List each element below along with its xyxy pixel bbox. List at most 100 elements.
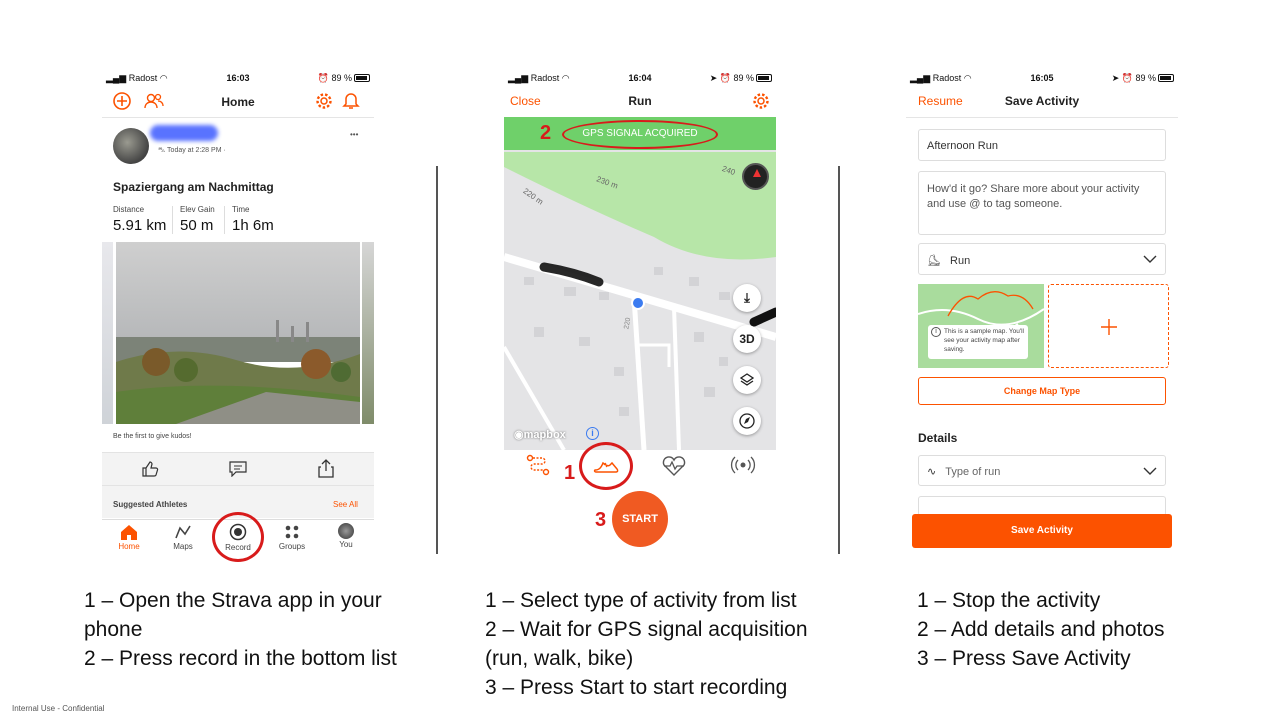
map-info-icon[interactable]: i (586, 427, 599, 440)
record-highlight-ring (212, 512, 264, 562)
stat-elev-gain: Elev Gain 50 m (180, 205, 215, 234)
profile-avatar-icon (338, 523, 354, 539)
layers-button[interactable] (733, 366, 761, 394)
step-marker-2: 2 (540, 122, 552, 144)
download-map-button[interactable]: ⤓ (733, 284, 761, 312)
plus-icon (1101, 319, 1117, 335)
stat-value: 1h 6m (232, 217, 274, 234)
stat-label: Elev Gain (180, 205, 215, 214)
heart-rate-icon[interactable] (661, 455, 687, 477)
caption-line: 1 – Select type of activity from list (485, 589, 797, 612)
blurred-athlete-name (150, 125, 218, 141)
page-title: Home (221, 95, 255, 109)
nav-maps[interactable]: Maps (158, 520, 208, 551)
chevron-down-icon (1143, 255, 1157, 263)
stat-value: 5.91 km (113, 217, 167, 234)
next-field-partial[interactable] (918, 496, 1166, 516)
divider-1 (436, 166, 438, 554)
next-photo-edge[interactable] (362, 242, 374, 424)
step-marker-1: 1 (564, 462, 576, 484)
page-title: Run (628, 94, 652, 108)
layers-icon (739, 373, 755, 386)
caption-line: 3 – Press Save Activity (917, 647, 1131, 670)
info-icon: i (931, 327, 941, 337)
recenter-button[interactable] (733, 407, 761, 435)
battery-status: ➤ ⏰ 89 % (1112, 73, 1174, 84)
description-placeholder: How'd it go? Share more about your activ… (927, 183, 1140, 210)
caption-line: 1 – Stop the activity (917, 589, 1101, 612)
start-button[interactable]: START (612, 491, 668, 547)
status-bar: ▂▄▆ Radost ◠ 16:04 ➤ ⏰ 89 % (504, 70, 776, 88)
3d-toggle-button[interactable]: 3D (733, 325, 761, 353)
caption-line: (run, walk, bike) (485, 647, 634, 670)
caption-line: 2 – Press record in the bottom list (84, 647, 397, 670)
home-screen: ▂▄▆ Radost ◠ 16:03 ⏰ 89 % Home ⛍ Today a… (102, 70, 374, 556)
map-route-icon (175, 525, 191, 539)
share-icon[interactable] (318, 459, 334, 478)
bell-icon[interactable] (342, 91, 360, 110)
workout-icon: ∿ (927, 466, 937, 478)
sport-type-value: Run (950, 255, 971, 267)
stat-time: Time 1h 6m (232, 205, 274, 234)
gps-highlight-ring (562, 120, 718, 149)
step-marker-3: 3 (595, 509, 607, 531)
caption-line: 2 – Wait for GPS signal acquisition (485, 618, 808, 641)
more-options-icon[interactable]: ••• (350, 130, 358, 139)
groups-icon (285, 525, 299, 539)
sport-type-select[interactable]: ⛸ Run (918, 243, 1166, 275)
divider-2 (838, 166, 840, 554)
navigation-icon (739, 413, 755, 429)
nav-label: Maps (173, 542, 193, 551)
add-photo-button[interactable] (1048, 284, 1169, 368)
mapbox-logo: ◉mapbox (514, 429, 566, 441)
details-heading: Details (918, 431, 958, 445)
type-of-run-placeholder: Type of run (945, 466, 1001, 478)
battery-status: ➤ ⏰ 89 % (710, 73, 772, 84)
stat-label: Distance (113, 205, 145, 214)
shoe-icon: ⛸ (927, 255, 941, 267)
page-title: Save Activity (1004, 94, 1080, 108)
activity-name-value: Afternoon Run (927, 140, 998, 152)
battery-icon (756, 74, 772, 82)
nav-you[interactable]: You (321, 520, 371, 549)
nav-label: Home (118, 542, 140, 551)
nav-label: Groups (278, 542, 306, 551)
activity-photo[interactable] (116, 242, 360, 424)
gear-icon[interactable] (315, 92, 333, 110)
battery-status: ⏰ 89 % (318, 73, 370, 84)
stat-label: Time (232, 205, 250, 214)
description-textarea[interactable]: How'd it go? Share more about your activ… (918, 171, 1166, 235)
caption-step-1: 1 – Open the Strava app in your phone 2 … (84, 586, 424, 673)
avatar[interactable] (113, 128, 149, 164)
status-bar: ▂▄▆ Radost ◠ 16:05 ➤ ⏰ 89 % (906, 70, 1178, 88)
caption-line: 1 – Open the Strava app in your (84, 589, 382, 612)
change-map-type-button[interactable]: Change Map Type (918, 377, 1166, 405)
activity-name-input[interactable]: Afternoon Run (918, 129, 1166, 161)
nav-home[interactable]: Home (104, 520, 154, 551)
sample-map-note-text: This is a sample map. You'll see your ac… (944, 328, 1025, 353)
gear-icon[interactable] (752, 92, 770, 110)
stat-distance: Distance 5.91 km (113, 205, 166, 234)
confidential-footer: Internal Use - Confidential (12, 704, 105, 713)
save-activity-button[interactable]: Save Activity (912, 514, 1172, 548)
type-of-run-select[interactable]: ∿ Type of run (918, 455, 1166, 486)
caption-line: phone (84, 618, 143, 641)
nav-label: You (339, 540, 353, 549)
comment-icon[interactable] (229, 461, 247, 477)
map-view[interactable] (504, 117, 776, 450)
battery-icon (354, 74, 370, 82)
caption-line: 3 – Press Start to start recording (485, 676, 788, 699)
see-all-link[interactable]: See All (333, 500, 358, 509)
kudos-prompt[interactable]: Be the first to give kudos! (113, 433, 192, 440)
beacon-icon[interactable] (730, 456, 756, 474)
nav-groups[interactable]: Groups (267, 520, 317, 551)
prev-photo-edge[interactable] (102, 242, 113, 424)
compass-icon[interactable] (742, 163, 769, 190)
status-bar: ▂▄▆ Radost ◠ 16:03 ⏰ 89 % (102, 70, 374, 88)
route-icon[interactable] (526, 454, 550, 476)
stat-value: 50 m (180, 217, 214, 234)
kudos-thumb-icon[interactable] (141, 460, 159, 478)
activity-title[interactable]: Spaziergang am Nachmittag (113, 180, 274, 194)
post-timestamp: ⛍ Today at 2:28 PM · (158, 147, 226, 154)
battery-icon (1158, 74, 1174, 82)
